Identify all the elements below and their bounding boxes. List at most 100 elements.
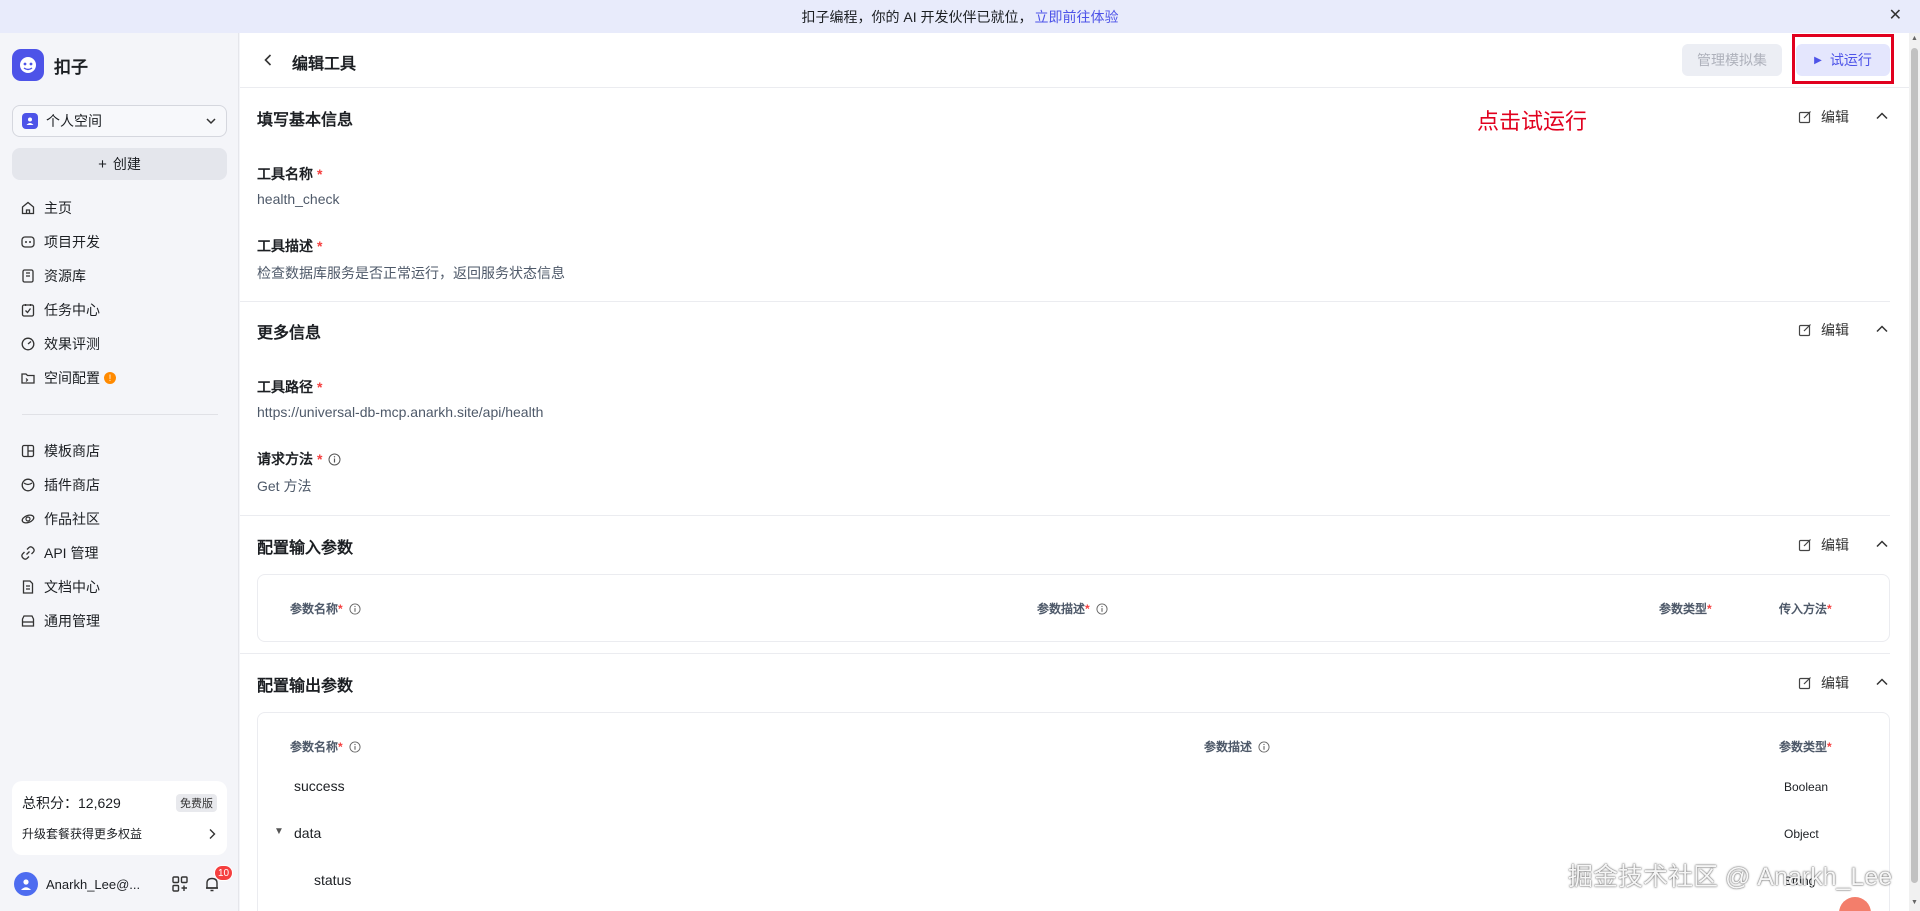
sidebar-item-project[interactable]: 项目开发 <box>12 225 227 259</box>
param-type-cell: Boolean <box>1784 780 1829 794</box>
expand-triangle-icon[interactable]: ▼ <box>274 826 284 837</box>
create-label: 创建 <box>112 156 141 172</box>
info-icon[interactable] <box>349 740 361 753</box>
space-selector[interactable]: 个人空间 <box>12 105 227 137</box>
settings-folder-icon <box>21 373 35 384</box>
edit-label: 编辑 <box>1821 675 1849 691</box>
sidebar: 扣子 个人空间 + 创建 主页 项目开发 资源库 任务中心 效果评测 空间配置 … <box>0 33 239 911</box>
space-name: 个人空间 <box>46 113 102 129</box>
apps-grid-icon[interactable] <box>170 874 190 894</box>
project-icon <box>21 236 35 248</box>
points-card: 总积分：12,629 免费版 升级套餐获得更多权益 <box>12 781 227 855</box>
top-banner: 扣子编程，你的 AI 开发伙伴已就位， 立即前往体验 ✕ <box>0 0 1920 33</box>
section-title: 填写基本信息 <box>257 112 354 129</box>
edit-label: 编辑 <box>1821 322 1849 338</box>
sidebar-item-manage[interactable]: 通用管理 <box>12 604 227 638</box>
nav-group-main: 主页 项目开发 资源库 任务中心 效果评测 空间配置 ! <box>12 191 227 395</box>
column-header-param-name: 参数名称 * <box>290 738 361 755</box>
sidebar-item-evaluation[interactable]: 效果评测 <box>12 327 227 361</box>
page-header: 编辑工具 管理模拟集 ▶ 试运行 <box>240 33 1920 88</box>
column-header-param-desc: 参数描述 <box>1204 738 1270 755</box>
task-icon <box>21 304 35 317</box>
sidebar-item-task[interactable]: 任务中心 <box>12 293 227 327</box>
sidebar-item-label: 资源库 <box>44 268 86 284</box>
chevron-up-icon[interactable] <box>1875 322 1889 336</box>
sidebar-item-label: 主页 <box>44 200 72 216</box>
sidebar-item-label: 项目开发 <box>44 234 100 250</box>
create-button[interactable]: + 创建 <box>12 148 227 180</box>
chevron-up-icon[interactable] <box>1875 109 1889 123</box>
section-title: 配置输入参数 <box>257 540 354 557</box>
param-name-cell: status <box>314 872 352 888</box>
edit-label: 编辑 <box>1821 537 1849 553</box>
user-row: Anarkh_Lee@... 10 <box>14 865 234 899</box>
notification-count: 10 <box>214 865 234 881</box>
banner-link[interactable]: 立即前往体验 <box>1035 7 1119 27</box>
watermark: 掘金技术社区 @ Anarkh_Lee <box>1568 863 1893 891</box>
user-avatar[interactable] <box>14 872 38 896</box>
brand-name: 扣子 <box>54 57 88 77</box>
banner-text: 扣子编程，你的 AI 开发伙伴已就位， <box>801 8 1033 25</box>
sidebar-item-label: 通用管理 <box>44 613 100 629</box>
annotation-highlight-box <box>1792 34 1894 84</box>
community-icon <box>21 514 35 524</box>
column-header-param-type: 参数类型 * <box>1779 739 1832 755</box>
scrollbar[interactable]: ▲ ▼ <box>1909 33 1920 911</box>
notification-bell-icon[interactable]: 10 <box>202 865 234 894</box>
edit-button[interactable]: 编辑 <box>1798 107 1849 127</box>
plugin-icon <box>21 478 35 492</box>
edit-button[interactable]: 编辑 <box>1798 320 1849 340</box>
chevron-up-icon[interactable] <box>1875 675 1889 689</box>
sidebar-item-label: API 管理 <box>44 545 99 561</box>
tool-name-label: 工具名称 * <box>257 166 323 182</box>
scroll-down-arrow-icon[interactable]: ▼ <box>1911 899 1918 906</box>
column-header-pass-method: 传入方法 * <box>1779 601 1832 617</box>
tool-desc-label: 工具描述 * <box>257 238 323 254</box>
api-icon <box>21 546 35 560</box>
edit-button[interactable]: 编辑 <box>1798 673 1849 693</box>
sidebar-item-home[interactable]: 主页 <box>12 191 227 225</box>
edit-button[interactable]: 编辑 <box>1798 535 1849 555</box>
user-name[interactable]: Anarkh_Lee@... <box>46 877 158 892</box>
plan-badge: 免费版 <box>176 794 217 812</box>
scrollbar-thumb[interactable] <box>1911 48 1918 883</box>
sidebar-item-library[interactable]: 资源库 <box>12 259 227 293</box>
sidebar-item-plugin-store[interactable]: 插件商店 <box>12 468 227 502</box>
sidebar-item-label: 插件商店 <box>44 477 100 493</box>
sidebar-item-template-store[interactable]: 模板商店 <box>12 434 227 468</box>
chevron-up-icon[interactable] <box>1875 537 1889 551</box>
column-header-param-name: 参数名称 * <box>290 600 361 617</box>
library-icon <box>22 269 34 283</box>
info-icon[interactable] <box>1096 602 1108 615</box>
section-input-params: 配置输入参数 编辑 参数名称 * 参数描述 * 参数类型 * 传入方法 * <box>240 517 1890 654</box>
brand[interactable]: 扣子 <box>12 49 88 81</box>
docs-icon <box>22 580 34 594</box>
upgrade-link[interactable]: 升级套餐获得更多权益 <box>22 825 217 842</box>
manage-mock-set-button[interactable]: 管理模拟集 <box>1682 44 1782 76</box>
param-name-cell: data <box>294 825 322 841</box>
tool-path-label: 工具路径 * <box>257 379 323 395</box>
chevron-down-icon <box>206 118 216 125</box>
info-icon[interactable] <box>328 453 341 466</box>
home-icon <box>21 201 35 215</box>
evaluation-icon <box>21 337 35 351</box>
sidebar-item-label: 模板商店 <box>44 443 100 459</box>
info-icon[interactable] <box>1258 740 1270 753</box>
info-icon[interactable] <box>349 602 361 615</box>
param-type-cell: Object <box>1784 827 1819 841</box>
scroll-up-arrow-icon[interactable]: ▲ <box>1911 35 1918 42</box>
sidebar-item-space-settings[interactable]: 空间配置 ! <box>12 361 227 395</box>
request-method-label: 请求方法 * <box>257 449 341 469</box>
sidebar-item-api[interactable]: API 管理 <box>12 536 227 570</box>
coze-logo-icon <box>12 49 44 81</box>
main-content: 编辑工具 管理模拟集 ▶ 试运行 点击试运行 填写基本信息 编辑 工具名称 * h… <box>240 33 1920 911</box>
upgrade-label: 升级套餐获得更多权益 <box>22 827 143 841</box>
column-header-param-type: 参数类型 * <box>1659 601 1712 617</box>
personal-space-icon <box>22 113 38 129</box>
sidebar-item-docs[interactable]: 文档中心 <box>12 570 227 604</box>
sidebar-item-community[interactable]: 作品社区 <box>12 502 227 536</box>
banner-close-icon[interactable]: ✕ <box>1889 7 1902 25</box>
chevron-right-icon <box>209 828 216 839</box>
tool-path-value: https://universal-db-mcp.anarkh.site/api… <box>257 404 544 420</box>
back-arrow-icon[interactable] <box>260 52 276 68</box>
